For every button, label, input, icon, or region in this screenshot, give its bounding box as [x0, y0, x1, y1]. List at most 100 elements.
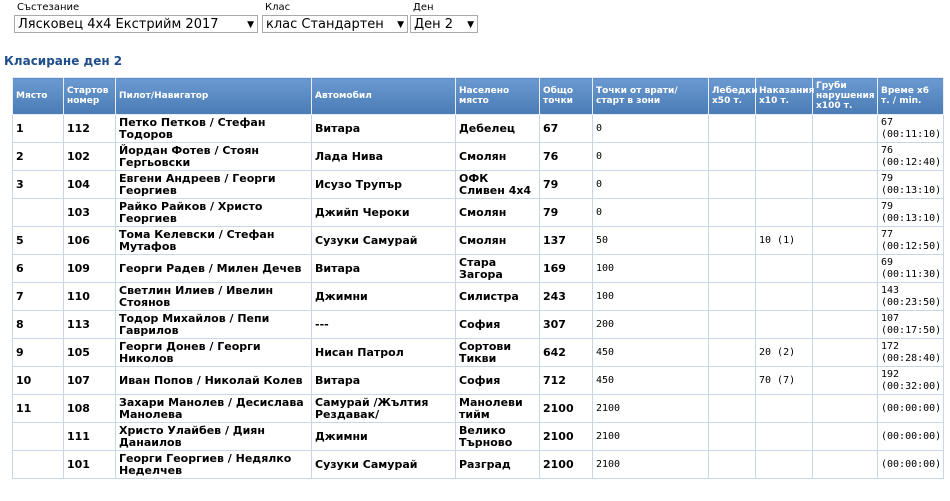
time-duration: (00:00:00): [881, 458, 942, 470]
time-cell: (00:00:00): [877, 422, 944, 451]
place-cell: 5: [12, 226, 64, 255]
gate-points-cell: 2100: [592, 394, 709, 423]
start-number-cell: 111: [63, 422, 116, 451]
winch-cell: [708, 142, 756, 171]
column-header: Наказания x10 т.: [755, 77, 814, 115]
car-cell: ---: [311, 310, 456, 339]
competition-select[interactable]: Лясковец 4x4 Екстрийм 2017 ▼: [14, 15, 258, 33]
total-points-cell: 76: [539, 142, 593, 171]
crew-cell: Евгени Андреев / Георги Георгиев: [115, 170, 312, 199]
time-points: 69: [881, 256, 894, 268]
table-row: 10 107 Иван Попов / Николай Колев Витара Соф…: [12, 366, 944, 395]
place-cell: 2: [12, 142, 64, 171]
time-cell: 107 (00:17:50): [877, 310, 944, 339]
car-cell: Самурай /Жълтия Рездавак/: [311, 394, 456, 423]
car-cell: Джимни: [311, 282, 456, 311]
column-header: Населено място: [455, 77, 540, 115]
winch-cell: [708, 450, 756, 479]
start-number-cell: 104: [63, 170, 116, 199]
time-points: 67: [881, 116, 894, 128]
place-cell: 11: [12, 394, 64, 423]
winch-cell: [708, 254, 756, 283]
town-cell: Смолян: [455, 226, 540, 255]
town-cell: Стара Загора: [455, 254, 540, 283]
gate-points-cell: 200: [592, 310, 709, 339]
column-header: Точки от врати/старт в зони: [592, 77, 709, 115]
crew-cell: Георги Радев / Милен Дечев: [115, 254, 312, 283]
penalties-cell: [755, 394, 813, 423]
penalties-cell: [755, 282, 813, 311]
place-cell: 7: [12, 282, 64, 311]
crew-cell: Йордан Фотев / Стоян Гергьовски: [115, 142, 312, 171]
car-cell: Нисан Патрол: [311, 338, 456, 367]
start-number-cell: 101: [63, 450, 116, 479]
time-cell: 67 (00:11:10): [877, 114, 944, 143]
table-row: 1 112 Петко Петков / Стефан Тодоров Витара Д…: [12, 114, 944, 143]
gate-points-cell: 100: [592, 282, 709, 311]
gross-violations-cell: [812, 338, 878, 367]
time-points: 192: [881, 368, 900, 380]
day-select[interactable]: Ден 2 ▼: [410, 15, 478, 33]
table-row: 5 106 Тома Келевски / Стефан Мутафов Сузуки…: [12, 226, 944, 255]
town-cell: София: [455, 310, 540, 339]
chevron-down-icon: ▼: [467, 20, 474, 30]
time-duration: (00:17:50): [881, 324, 942, 336]
penalties-cell: 70 (7): [755, 366, 813, 395]
time-duration: (00:13:10): [881, 184, 942, 196]
winch-cell: [708, 422, 756, 451]
total-points-cell: 2100: [539, 394, 593, 423]
time-cell: (00:00:00): [877, 450, 944, 479]
town-cell: Велико Търново: [455, 422, 540, 451]
winch-cell: [708, 338, 756, 367]
gross-violations-cell: [812, 170, 878, 199]
gross-violations-cell: [812, 422, 878, 451]
gate-points-cell: 0: [592, 170, 709, 199]
car-cell: Сузуки Самурай: [311, 226, 456, 255]
crew-cell: Георги Донев / Георги Николов: [115, 338, 312, 367]
place-cell: 1: [12, 114, 64, 143]
start-number-cell: 113: [63, 310, 116, 339]
table-row: 11 108 Захари Манолев / Десислава Манолева…: [12, 394, 944, 423]
car-cell: Витара: [311, 114, 456, 143]
crew-cell: Райко Райков / Христо Георгиев: [115, 198, 312, 227]
car-cell: Лада Нива: [311, 142, 456, 171]
place-cell: 3: [12, 170, 64, 199]
day-value: Ден 2: [414, 17, 454, 32]
gross-violations-cell: [812, 450, 878, 479]
time-cell: (00:00:00): [877, 394, 944, 423]
class-select[interactable]: клас Стандартен ▼: [262, 15, 408, 33]
town-cell: Смолян: [455, 198, 540, 227]
car-cell: Витара: [311, 254, 456, 283]
table-row: 7 110 Светлин Илиев / Ивелин Стоянов Джимни…: [12, 282, 944, 311]
gate-points-cell: 50: [592, 226, 709, 255]
time-duration: (00:32:00): [881, 380, 942, 392]
start-number-cell: 109: [63, 254, 116, 283]
gross-violations-cell: [812, 282, 878, 311]
start-number-cell: 108: [63, 394, 116, 423]
start-number-cell: 102: [63, 142, 116, 171]
time-points: 77: [881, 228, 894, 240]
competition-label: Състезание: [17, 2, 80, 13]
column-header: Общо точки: [539, 77, 593, 115]
crew-cell: Христо Улайбев / Диян Данаилов: [115, 422, 312, 451]
total-points-cell: 243: [539, 282, 593, 311]
penalties-cell: [755, 254, 813, 283]
time-cell: 172 (00:28:40): [877, 338, 944, 367]
gate-points-cell: 0: [592, 198, 709, 227]
gate-points-cell: 450: [592, 366, 709, 395]
time-duration: (00:23:50): [881, 296, 942, 308]
gross-violations-cell: [812, 226, 878, 255]
time-cell: 143 (00:23:50): [877, 282, 944, 311]
gross-violations-cell: [812, 254, 878, 283]
crew-cell: Георги Георгиев / Недялко Неделчев: [115, 450, 312, 479]
time-points: 79: [881, 200, 894, 212]
gate-points-cell: 2100: [592, 422, 709, 451]
crew-cell: Тодор Михайлов / Пепи Гаврилов: [115, 310, 312, 339]
gate-points-cell: 2100: [592, 450, 709, 479]
class-value: клас Стандартен: [266, 17, 384, 32]
results-table: Място Стартов номер Пилот/Навигатор Авто…: [12, 77, 944, 479]
start-number-cell: 112: [63, 114, 116, 143]
time-cell: 69 (00:11:30): [877, 254, 944, 283]
total-points-cell: 2100: [539, 450, 593, 479]
chevron-down-icon: ▼: [247, 20, 254, 30]
